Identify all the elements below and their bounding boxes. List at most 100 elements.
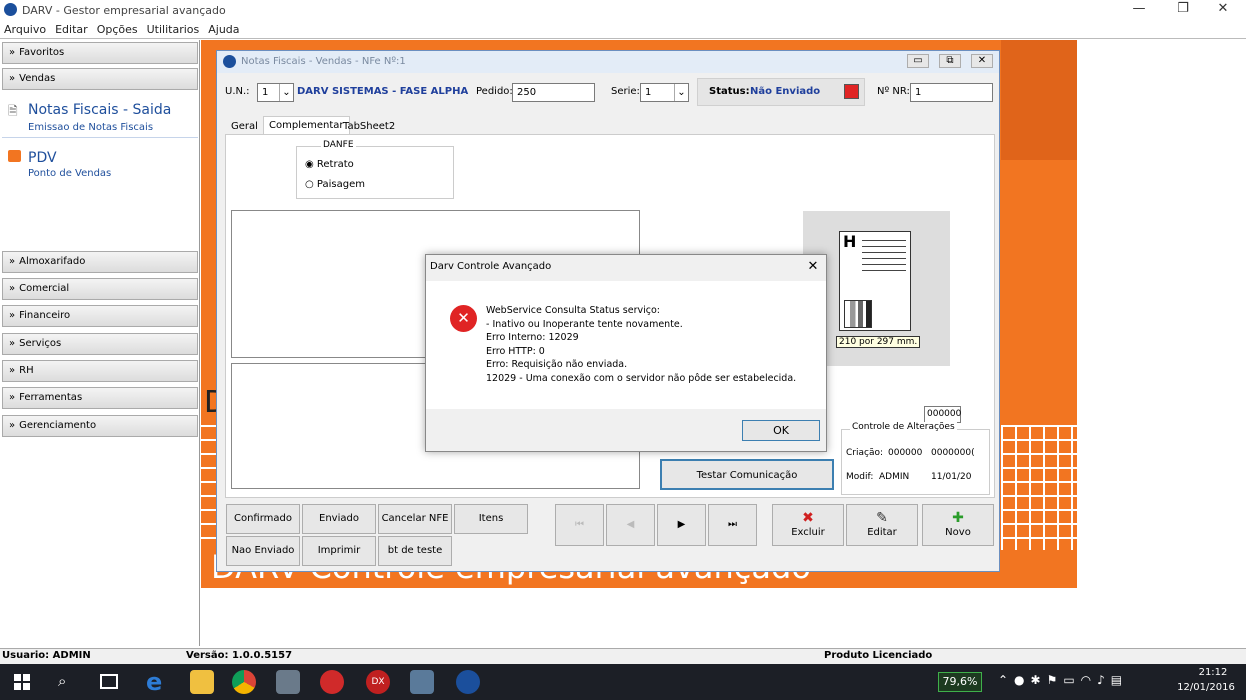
- sidebar-section-vendas[interactable]: » Vendas: [2, 68, 198, 90]
- sidebar-section-servicos[interactable]: » Serviços: [2, 333, 198, 355]
- danfe-group: DANFE ◉ Retrato ○ Paisagem: [296, 140, 454, 199]
- ok-button[interactable]: OK: [742, 420, 820, 441]
- app-title: DARV - Gestor empresarial avançado: [22, 4, 226, 17]
- dialog-message-line: - Inativo ou Inoperante tente novamente.: [486, 318, 683, 330]
- menu-opcoes[interactable]: Opções: [97, 21, 138, 38]
- sidebar-section-label: Serviços: [19, 338, 62, 349]
- chevron-down-icon: »: [9, 73, 16, 84]
- minimize-button[interactable]: —: [1116, 1, 1162, 19]
- nfe-minimize-button[interactable]: ▭: [907, 54, 929, 68]
- itens-button[interactable]: Itens: [454, 504, 528, 534]
- menu-ajuda[interactable]: Ajuda: [208, 21, 239, 38]
- new-document-icon: ✚: [952, 510, 964, 526]
- close-button[interactable]: ✕: [1200, 1, 1246, 19]
- confirmado-button[interactable]: Confirmado: [226, 504, 300, 534]
- cancelar-nfe-button[interactable]: Cancelar NFE: [378, 504, 452, 534]
- clock-time[interactable]: 21:12: [1190, 667, 1236, 678]
- sidebar-section-ferramentas[interactable]: » Ferramentas: [2, 387, 198, 409]
- tab-tabsheet2[interactable]: TabSheet2: [339, 119, 399, 134]
- criacao-label: Criação:: [846, 448, 884, 458]
- page-preview-letter: H: [843, 232, 857, 251]
- sidebar-section-comercial[interactable]: » Comercial: [2, 278, 198, 300]
- sidebar-item-subtitle: Ponto de Vendas: [28, 168, 112, 179]
- app-title-bar: DARV - Gestor empresarial avançado — ❐ ✕: [0, 0, 1246, 21]
- un-select[interactable]: 1 ⌄: [257, 83, 294, 102]
- nr-input[interactable]: 1: [910, 83, 993, 102]
- banner-cube-decoration: [1001, 40, 1077, 160]
- app-logo-icon: [223, 55, 236, 68]
- sidebar-section-label: Comercial: [19, 283, 70, 294]
- bt-de-teste-button[interactable]: bt de teste: [378, 536, 452, 566]
- nfe-window-title: Notas Fiscais - Vendas - NFe Nº:1: [241, 56, 406, 67]
- danfe-label: DANFE: [321, 140, 356, 150]
- sidebar-item-subtitle: Emissao de Notas Fiscais: [28, 122, 154, 133]
- start-icon[interactable]: [14, 674, 30, 690]
- dx-icon[interactable]: DX: [366, 670, 390, 694]
- app-red-icon[interactable]: [320, 670, 344, 694]
- editar-button[interactable]: ✎ Editar: [846, 504, 918, 546]
- sidebar-item-title: Notas Fiscais - Saida: [28, 102, 172, 118]
- chevron-right-icon: »: [9, 365, 16, 376]
- tab-geral[interactable]: Geral: [227, 119, 262, 134]
- un-select-value: 1: [262, 87, 269, 98]
- radio-retrato[interactable]: ◉ Retrato: [305, 159, 354, 170]
- pedido-input[interactable]: 250: [512, 83, 595, 102]
- tab-complementar[interactable]: Complementar: [263, 116, 350, 134]
- dialog-close-button[interactable]: ✕: [802, 257, 824, 277]
- task-view-icon[interactable]: [100, 674, 118, 689]
- controle-label: Controle de Alterações: [850, 422, 957, 432]
- nfe-restore-button[interactable]: ⧉: [939, 54, 961, 68]
- dialog-title: Darv Controle Avançado: [430, 261, 552, 272]
- nfe-close-button[interactable]: ✕: [971, 54, 993, 68]
- novo-button[interactable]: ✚ Novo: [922, 504, 994, 546]
- paper-size-label: 210 por 297 mm.: [836, 336, 921, 348]
- chevron-right-icon: »: [9, 338, 16, 349]
- sidebar-section-almoxarifado[interactable]: » Almoxarifado: [2, 251, 198, 273]
- page-preview-lines: [862, 240, 906, 241]
- darv-taskbar-icon[interactable]: [456, 670, 480, 694]
- sidebar-section-gerenciamento[interactable]: » Gerenciamento: [2, 415, 198, 437]
- clock-date[interactable]: 12/01/2016: [1174, 682, 1238, 693]
- un-label: U.N.:: [225, 86, 250, 97]
- tray-icons[interactable]: ⌃●✱⚑▭◠♪▤: [998, 673, 1128, 687]
- small-code-field[interactable]: 000000: [924, 406, 961, 423]
- testar-comunicacao-button[interactable]: Testar Comunicação: [660, 459, 834, 490]
- imprimir-button[interactable]: Imprimir: [302, 536, 376, 566]
- chevron-down-icon: ⌄: [279, 84, 293, 101]
- menu-arquivo[interactable]: Arquivo: [4, 21, 46, 38]
- paint-icon[interactable]: [410, 670, 434, 694]
- dialog-message-line: WebService Consulta Status serviço:: [486, 305, 660, 316]
- status-panel: Status: Não Enviado: [697, 78, 865, 106]
- radio-paisagem[interactable]: ○ Paisagem: [305, 179, 365, 190]
- enviado-button[interactable]: Enviado: [302, 504, 376, 534]
- battery-indicator[interactable]: 79,6%: [938, 672, 982, 692]
- edge-icon[interactable]: e: [146, 668, 162, 696]
- last-record-icon[interactable]: ⏭: [708, 504, 757, 546]
- nao-enviado-button[interactable]: Nao Enviado: [226, 536, 300, 566]
- radio-paisagem-label: Paisagem: [316, 179, 365, 190]
- previous-record-icon[interactable]: ◀: [606, 504, 655, 546]
- serie-select[interactable]: 1 ⌄: [640, 83, 689, 102]
- dialog-message-line: Erro: Requisição não enviada.: [486, 359, 628, 371]
- sidebar-section-label: Gerenciamento: [19, 420, 97, 431]
- file-explorer-icon[interactable]: [190, 670, 214, 694]
- chevron-right-icon: »: [9, 420, 16, 431]
- edit-icon: ✎: [876, 510, 888, 526]
- next-record-icon[interactable]: ▶: [657, 504, 706, 546]
- dialog-body: ✕ WebService Consulta Status serviço: - …: [426, 281, 826, 409]
- status-license: Produto Licenciado: [824, 650, 933, 661]
- sidebar-section-label: Ferramentas: [19, 392, 83, 403]
- excluir-button[interactable]: ✖ Excluir: [772, 504, 844, 546]
- menu-utilitarios[interactable]: Utilitarios: [147, 21, 200, 38]
- tools-icon[interactable]: [276, 670, 300, 694]
- radio-retrato-label: Retrato: [316, 159, 354, 170]
- sidebar-section-financeiro[interactable]: » Financeiro: [2, 305, 198, 327]
- menu-editar[interactable]: Editar: [55, 21, 88, 38]
- sidebar-section-label: RH: [19, 365, 34, 376]
- chrome-icon[interactable]: [232, 670, 256, 694]
- search-icon[interactable]: ⌕: [58, 672, 66, 690]
- status-bar: Usuario: ADMIN Versão: 1.0.0.5157 Produt…: [0, 648, 1246, 664]
- first-record-icon[interactable]: ⏮: [555, 504, 604, 546]
- sidebar-section-rh[interactable]: » RH: [2, 360, 198, 382]
- sidebar-section-favoritos[interactable]: » Favoritos: [2, 42, 198, 64]
